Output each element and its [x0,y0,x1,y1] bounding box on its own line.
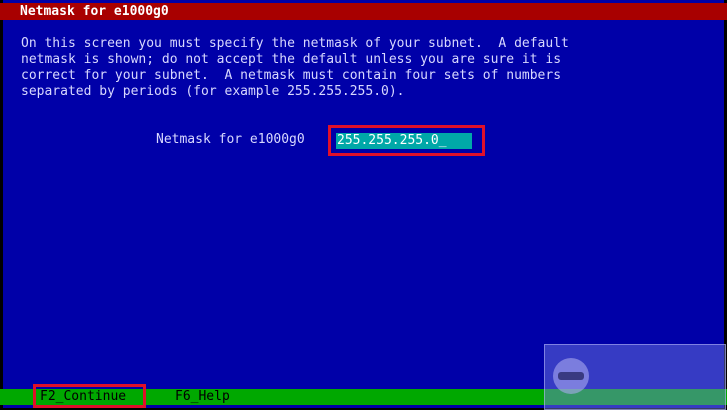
instruction-line: correct for your subnet. A netmask must … [21,68,562,83]
netmask-highlight-box [328,125,485,156]
instruction-line: separated by periods (for example 255.25… [21,84,405,99]
netmask-label: Netmask for e1000g0 [156,132,305,147]
instruction-line: netmask is shown; do not accept the defa… [21,52,562,67]
instruction-text: On this screen you must specify the netm… [21,36,701,100]
continue-highlight-box [33,384,146,408]
window-title: Netmask for e1000g0 [0,3,727,20]
instruction-line: On this screen you must specify the netm… [21,36,569,51]
f6-help-key[interactable]: F6_Help [175,389,230,405]
watermark-glasses-icon [558,372,584,380]
